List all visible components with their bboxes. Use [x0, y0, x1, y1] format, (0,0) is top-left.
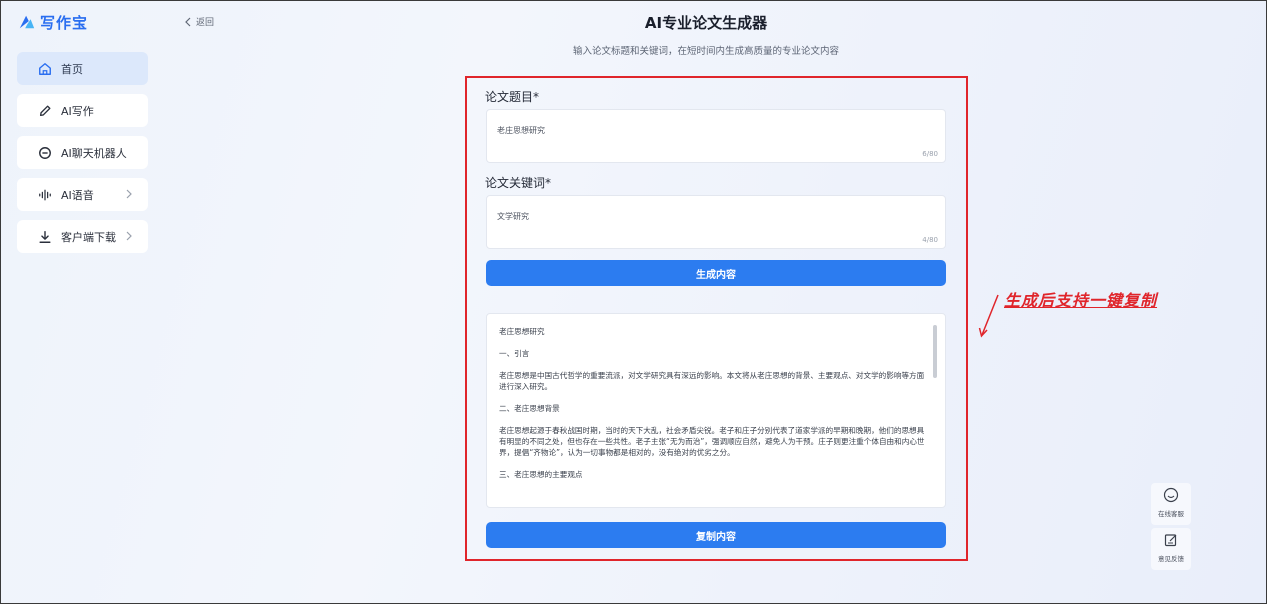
output-paragraph: 三、老庄思想的主要观点	[499, 470, 583, 479]
sidebar-item-label: AI写作	[61, 104, 94, 118]
paper-title-label: 论文题目*	[485, 90, 540, 104]
sidebar-item-label: AI聊天机器人	[61, 146, 127, 160]
output-paragraph: 老庄思想研究	[499, 327, 545, 336]
page-title: AI专业论文生成器	[644, 14, 768, 32]
paper-keywords-value: 文学研究	[497, 212, 529, 221]
feedback-button[interactable]: 意见反馈	[1151, 528, 1191, 570]
sidebar-item-label: 客户端下载	[61, 230, 116, 244]
generate-content-button[interactable]: 生成内容	[486, 260, 946, 286]
output-paragraph: 一、引言	[499, 349, 530, 358]
sidebar-item-label: 首页	[61, 62, 83, 76]
sidebar-item-ai-writing[interactable]: AI写作	[17, 94, 148, 127]
sidebar-nav: 首页 AI写作 AI聊天机器人 AI语音 客户端下载	[17, 52, 148, 262]
output-paragraph: 二、老庄思想背景	[499, 404, 560, 413]
generated-content-text: 老庄思想研究 一、引言 老庄思想是中国古代哲学的重要流派，对文学研究具有深远的影…	[499, 326, 931, 491]
sidebar-item-ai-chatbot[interactable]: AI聊天机器人	[17, 136, 148, 169]
paper-keywords-input[interactable]: 文学研究 4/80	[486, 195, 946, 249]
output-paragraph: 老庄思想是中国古代哲学的重要流派，对文学研究具有深远的影响。本文将从老庄思想的背…	[499, 371, 925, 391]
chevron-right-icon	[126, 189, 132, 199]
download-icon	[38, 230, 52, 244]
feedback-edit-icon	[1164, 534, 1177, 547]
annotation-arrow-icon	[978, 294, 999, 338]
online-service-label: 在线客服	[1158, 510, 1184, 518]
chat-icon	[38, 146, 52, 160]
chevron-right-icon	[126, 231, 132, 241]
generated-content-output[interactable]: 老庄思想研究 一、引言 老庄思想是中国古代哲学的重要流派，对文学研究具有深远的影…	[486, 313, 946, 508]
online-service-button[interactable]: 在线客服	[1151, 483, 1191, 525]
paper-title-counter: 6/80	[922, 150, 938, 158]
pen-icon	[38, 104, 52, 118]
sidebar-item-label: AI语音	[61, 188, 94, 202]
annotation-text: 生成后支持一键复制	[1004, 291, 1158, 310]
paper-title-input[interactable]: 老庄思想研究 6/80	[486, 109, 946, 163]
paper-title-value: 老庄思想研究	[497, 126, 545, 135]
output-scrollbar[interactable]	[933, 325, 937, 378]
sound-wave-icon	[38, 188, 52, 202]
paper-keywords-counter: 4/80	[922, 236, 938, 244]
copy-content-button[interactable]: 复制内容	[486, 522, 946, 548]
sidebar-item-client-download[interactable]: 客户端下载	[17, 220, 148, 253]
output-paragraph: 老庄思想起源于春秋战国时期，当时的天下大乱，社会矛盾尖锐。老子和庄子分别代表了道…	[499, 426, 925, 457]
service-smile-icon	[1163, 487, 1179, 503]
paper-keywords-label: 论文关键词*	[485, 176, 552, 190]
page-subtitle: 输入论文标题和关键词，在短时间内生成高质量的专业论文内容	[572, 46, 839, 57]
sidebar-item-ai-voice[interactable]: AI语音	[17, 178, 148, 211]
home-icon	[38, 62, 52, 76]
feedback-label: 意见反馈	[1158, 555, 1184, 563]
